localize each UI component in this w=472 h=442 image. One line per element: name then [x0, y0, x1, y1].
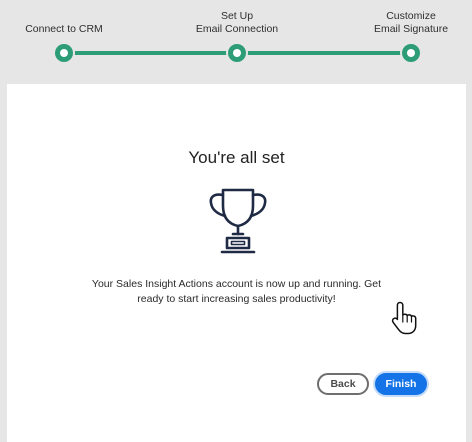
step-label-email-connection: Set Up Email Connection [196, 10, 278, 36]
step-3-label-line-1: Customize [386, 10, 436, 22]
page-title: You're all set [188, 148, 285, 167]
step-1-complete-indicator [55, 44, 73, 62]
step-2-label-line-1: Set Up [220, 10, 254, 22]
success-message: Your Sales Insight Actions account is no… [7, 277, 466, 307]
success-message-line-1: Your Sales Insight Actions account is no… [91, 278, 382, 290]
step-2-label-line-2: Email Connection [195, 23, 279, 35]
trophy-icon [209, 188, 267, 254]
step-3-complete-indicator [402, 44, 420, 62]
success-message-line-2: ready to start increasing sales producti… [137, 293, 336, 305]
back-button[interactable]: Back [317, 373, 369, 395]
step-label-connect-to-crm: Connect to CRM [25, 23, 103, 36]
finish-button[interactable]: Finish [375, 373, 427, 395]
step-1-label-line-1: Connect to CRM [25, 23, 103, 35]
step-3-label-line-2: Email Signature [373, 23, 449, 35]
step-label-email-signature: Customize Email Signature [374, 10, 448, 36]
setup-stepper: Connect to CRM Set Up Email Connection C… [0, 0, 472, 84]
step-2-complete-indicator [228, 44, 246, 62]
completion-card: You're all set Your Sales Insight Action… [7, 84, 466, 442]
